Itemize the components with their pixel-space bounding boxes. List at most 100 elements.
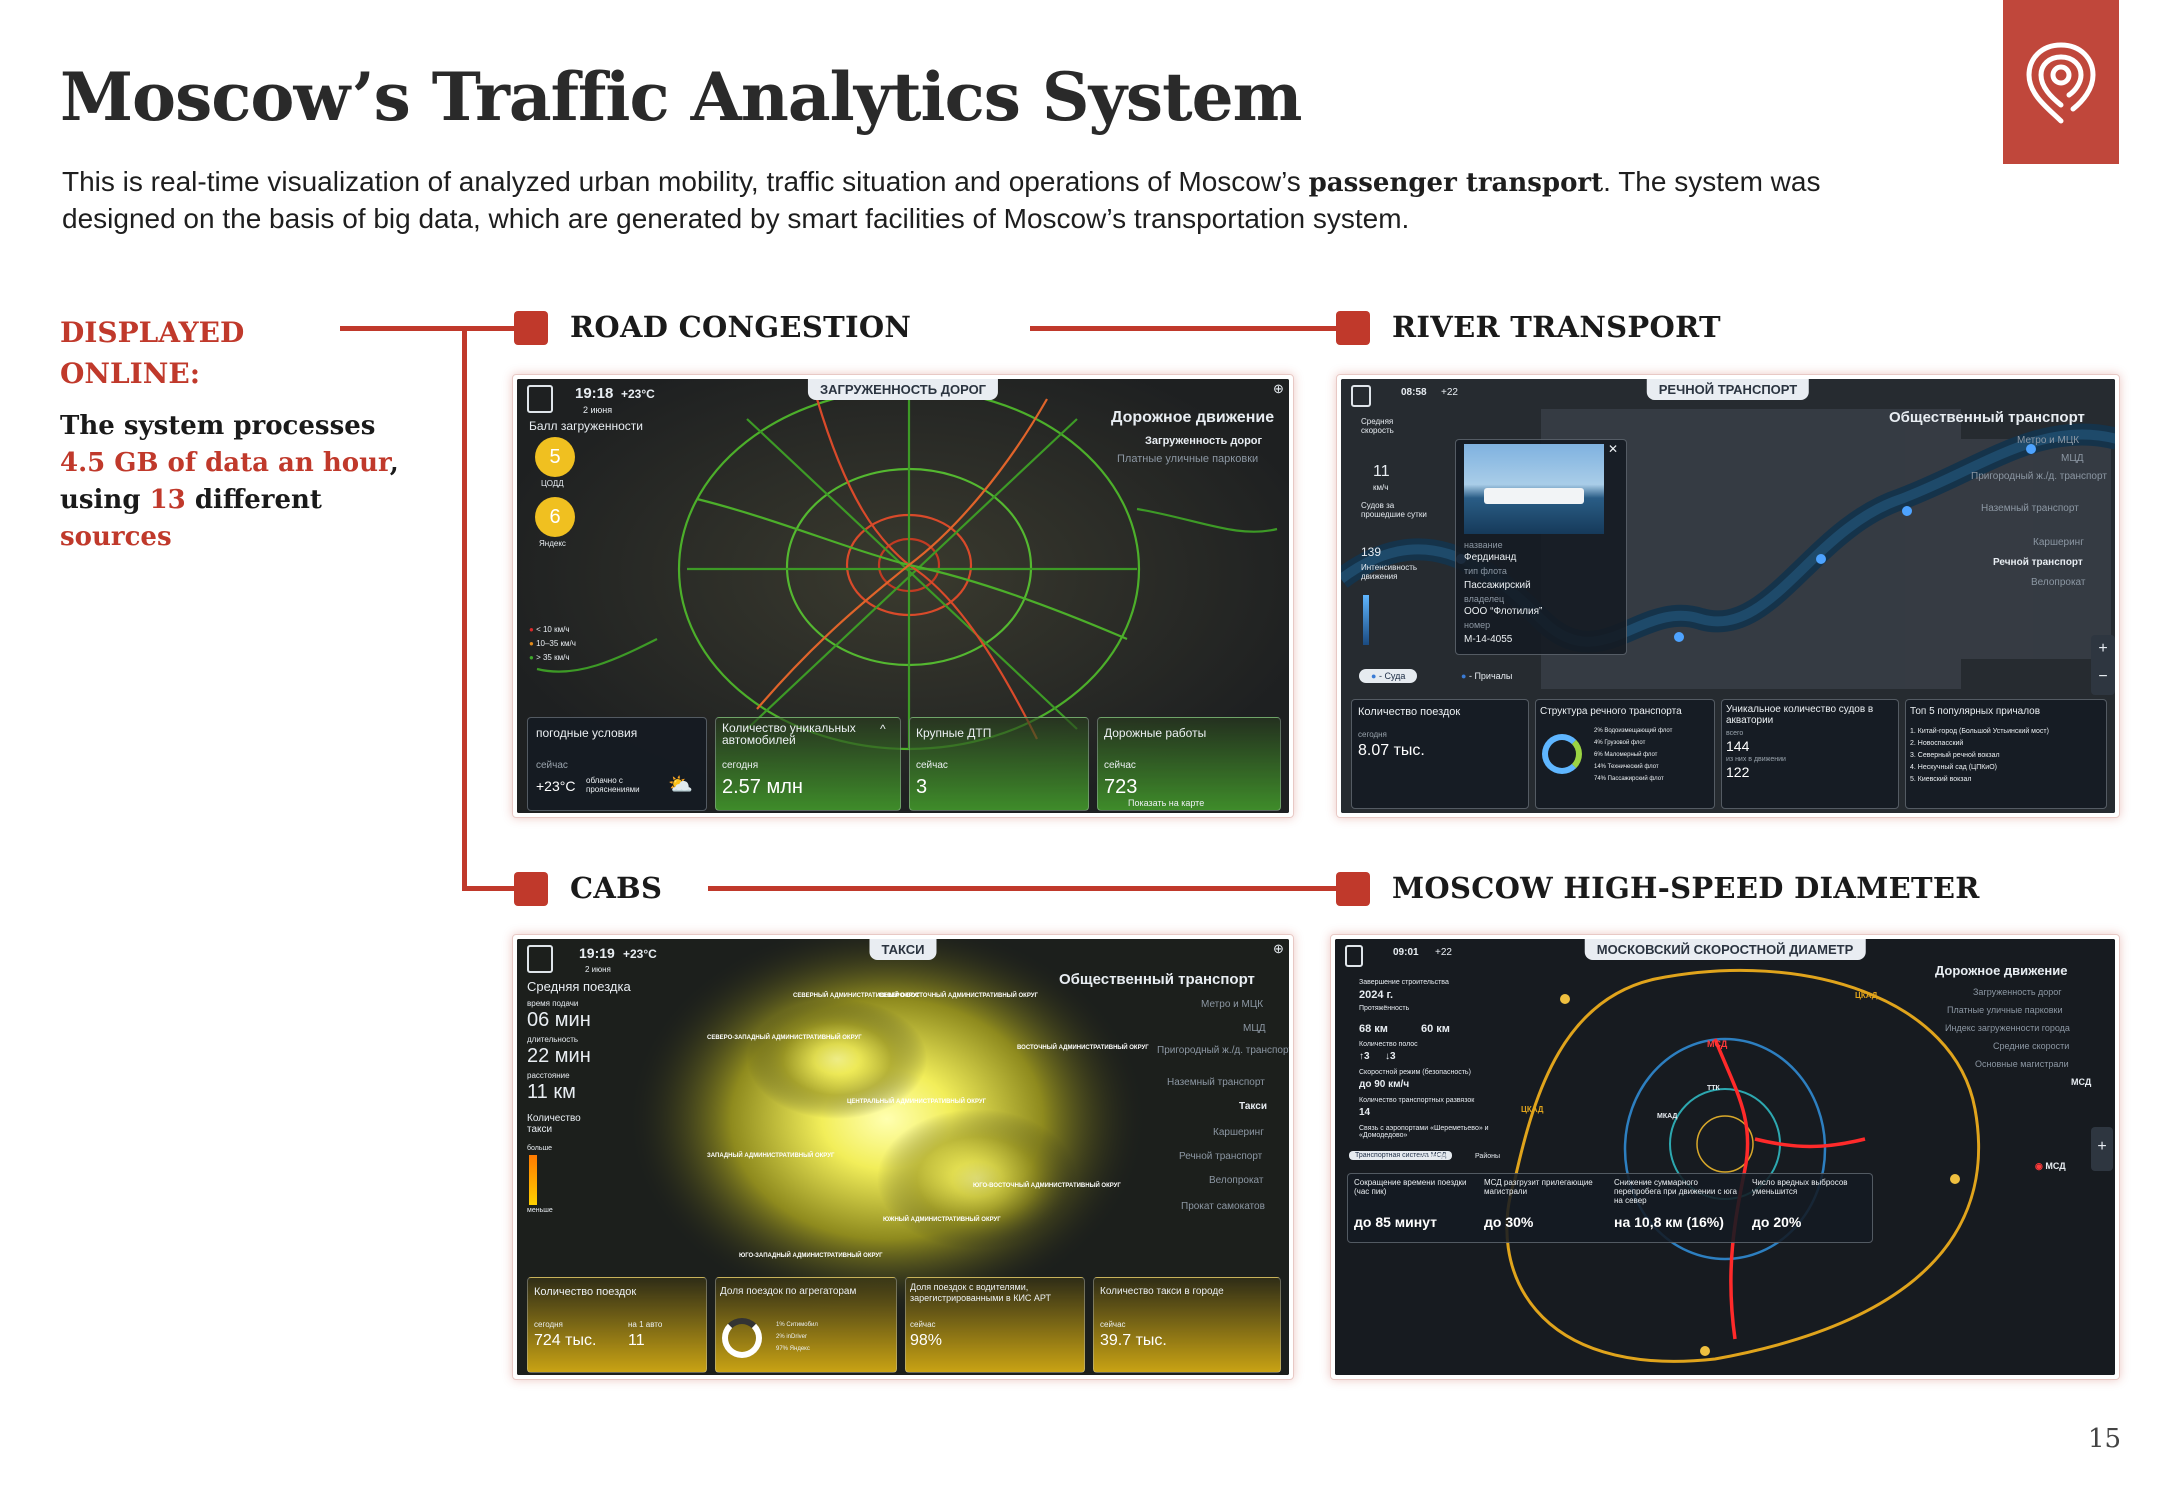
- emissions-title: Число вредных выбросов уменьшится: [1752, 1178, 1848, 1196]
- sidebar-text-4: different: [194, 485, 322, 515]
- menu-item-parking[interactable]: Платные уличные парковки: [1117, 453, 1258, 465]
- accidents-value: 3: [916, 776, 928, 798]
- menu-item-ground[interactable]: Наземный транспорт: [1981, 503, 2079, 514]
- intensity-bar: [1363, 595, 1369, 645]
- menu-item-bikes[interactable]: Велопрокат: [2031, 577, 2085, 588]
- menu-item-taxi[interactable]: Такси: [1239, 1101, 1267, 1112]
- clock-time: 19:19: [579, 945, 615, 961]
- info-card-aggregators: Доля поездок по агрегаторам 1% Ситимобил…: [715, 1277, 897, 1373]
- aggregator-item: 2% inDriver: [776, 1334, 808, 1340]
- menu-item-city-index[interactable]: Индекс загруженности города: [1945, 1023, 2070, 1033]
- section-marker: [514, 311, 548, 345]
- aggregators-donut: [722, 1318, 762, 1358]
- structure-item: 2% Водоизмещающий флот: [1594, 728, 1673, 734]
- sidebar-highlight-data: 4.5 GB of data an hour: [60, 448, 390, 478]
- menu-item-carsharing[interactable]: Каршеринг: [1213, 1127, 1264, 1138]
- menu-title[interactable]: Общественный транспорт: [1059, 971, 1255, 988]
- section-label-road: ROAD CONGESTION: [570, 310, 912, 344]
- section-label-cabs: CABS: [570, 871, 663, 905]
- menu-item-river[interactable]: Речной транспорт: [1179, 1151, 1262, 1162]
- registered-drivers-value: 98%: [910, 1332, 943, 1349]
- menu-item-metro[interactable]: Метро и МЦК: [2017, 435, 2079, 446]
- taxi-count-value: 39.7 тыс.: [1100, 1332, 1167, 1349]
- wait-label: время подачи: [527, 999, 579, 1008]
- menu-item-parking[interactable]: Платные уличные парковки: [1947, 1005, 2062, 1015]
- length-value-2: 60 км: [1421, 1023, 1450, 1035]
- menu-item-carsharing[interactable]: Каршеринг: [2033, 537, 2084, 548]
- globe-icon[interactable]: ⊕: [1273, 381, 1284, 397]
- menu-item-mcd[interactable]: МЦД: [2061, 453, 2084, 464]
- map-label-ckad-2: ЦКАД: [1521, 1105, 1544, 1114]
- completion-label: Завершение строительства: [1359, 979, 1449, 986]
- score-value-2: 6: [549, 506, 561, 528]
- lanes-label: Количество полос: [1359, 1041, 1418, 1048]
- chevron-up-icon[interactable]: ^: [880, 722, 886, 736]
- info-card-structure: Структура речного транспорта 2% Водоизме…: [1535, 699, 1715, 809]
- structure-donut: [1542, 734, 1582, 774]
- taxi-count-sub: сейчас: [1100, 1320, 1126, 1329]
- toggle-piers[interactable]: ● - Причалы: [1461, 671, 1512, 681]
- menu-item-ground[interactable]: Наземный транспорт: [1167, 1077, 1265, 1088]
- district-label: ВОСТОЧНЫЙ АДМИНИСТРАТИВНЫЙ ОКРУГ: [1017, 1045, 1149, 1051]
- menu-title[interactable]: Дорожное движение: [1935, 963, 2068, 978]
- close-icon[interactable]: ✕: [1608, 442, 1618, 456]
- score-badge-codd: 5: [535, 437, 575, 477]
- plus-icon[interactable]: +: [2097, 1138, 2106, 1155]
- district-label: СЕВЕРО-ЗАПАДНЫЙ АДМИНИСТРАТИВНЫЙ ОКРУГ: [707, 1035, 862, 1041]
- speed-unit: км/ч: [1373, 483, 1389, 492]
- zoom-control[interactable]: +: [2091, 1127, 2113, 1171]
- tab-junctions[interactable]: Развязки: [1419, 1153, 1448, 1160]
- speed-value: до 90 км/ч: [1359, 1079, 1410, 1090]
- menu-title[interactable]: Общественный транспорт: [1889, 409, 2085, 426]
- menu-title[interactable]: Дорожное движение: [1111, 409, 1274, 427]
- menu-item-scooters[interactable]: Прокат самокатов: [1181, 1201, 1265, 1212]
- menu-item-congestion[interactable]: Загруженность дорог: [1973, 987, 2062, 997]
- vessel-owner: ООО “Флотилия”: [1464, 606, 1543, 617]
- menu-item-metro[interactable]: Метро и МЦК: [1201, 999, 1263, 1010]
- menu-item-main-roads[interactable]: Основные магистрали: [1975, 1059, 2069, 1069]
- menu-item-suburban[interactable]: Пригородный ж./д. транспорт: [1157, 1045, 1289, 1056]
- registered-drivers-sub: сейчас: [910, 1320, 936, 1329]
- wait-value: 06 мин: [527, 1009, 591, 1031]
- map-tag: ТАКСИ: [869, 939, 937, 960]
- menu-item-river[interactable]: Речной транспорт: [1993, 557, 2083, 568]
- duration-value: 22 мин: [527, 1045, 591, 1067]
- weather-value: +23°C: [536, 778, 576, 794]
- less-label: меньше: [527, 1207, 553, 1214]
- show-on-map-toggle[interactable]: Показать на карте: [1128, 798, 1204, 808]
- legend-slow: ● < 10 км/ч: [529, 625, 570, 634]
- vessel-popup: ✕ название Фердинанд тип флота Пассажирс…: [1455, 439, 1627, 655]
- registered-drivers-title: Доля поездок с водителями, зарегистриров…: [910, 1282, 1052, 1303]
- district-label: СЕВЕРО-ВОСТОЧНЫЙ АДМИНИСТРАТИВНЫЙ ОКРУГ: [879, 993, 1038, 999]
- sidebar-heading-line1: DISPLAYED: [60, 316, 245, 349]
- menu-item-bikes[interactable]: Велопрокат: [1209, 1175, 1263, 1186]
- screenshot-cabs: ТАКСИ 19:19 +23°C 2 июня Средняя поездка…: [512, 934, 1294, 1380]
- structure-item: 6% Маломерный флот: [1594, 752, 1658, 758]
- intro-paragraph: This is real-time visualization of analy…: [62, 164, 1862, 236]
- plus-icon[interactable]: +: [2098, 640, 2107, 657]
- ships-value: 139: [1361, 545, 1382, 559]
- accidents-sub: сейчас: [916, 760, 948, 771]
- menu-item-msd[interactable]: МСД: [2071, 1077, 2091, 1087]
- vessel-fleet-label: тип флота: [1464, 566, 1507, 576]
- top-pier-item: 5. Киевский вокзал: [1910, 776, 1972, 783]
- globe-icon[interactable]: ⊕: [1273, 941, 1284, 957]
- tab-districts[interactable]: Районы: [1475, 1153, 1500, 1160]
- unique-vessels-sub-2: из них в движении: [1726, 756, 1786, 763]
- unique-cars-title: Количество уникальных автомобилей: [722, 721, 856, 747]
- sidebar-heading-line2: ONLINE:: [60, 357, 201, 390]
- map-label-mkad: МКАД: [1657, 1113, 1678, 1120]
- roadworks-title: Дорожные работы: [1104, 726, 1207, 740]
- top-pier-item: 4. Нескучный сад (ЦПКиО): [1910, 764, 1997, 771]
- menu-item-avg-speed[interactable]: Средние скорости: [1993, 1041, 2069, 1051]
- menu-item-congestion[interactable]: Загруженность дорог: [1145, 435, 1262, 447]
- weather-note: облачно с прояснениями: [586, 776, 640, 794]
- menu-item-mcd[interactable]: МЦД: [1243, 1023, 1266, 1034]
- sidebar-heading: DISPLAYED ONLINE:: [60, 312, 244, 394]
- minus-icon[interactable]: −: [2098, 668, 2107, 685]
- toggle-ships[interactable]: ● - Суда: [1359, 669, 1418, 683]
- section-label-msd: MOSCOW HIGH-SPEED DIAMETER: [1392, 871, 1980, 905]
- zoom-control[interactable]: + −: [2091, 635, 2115, 695]
- menu-item-suburban[interactable]: Пригородный ж./д. транспорт: [1971, 471, 2107, 482]
- speed-label: Скоростной режим (безопасность): [1359, 1069, 1471, 1076]
